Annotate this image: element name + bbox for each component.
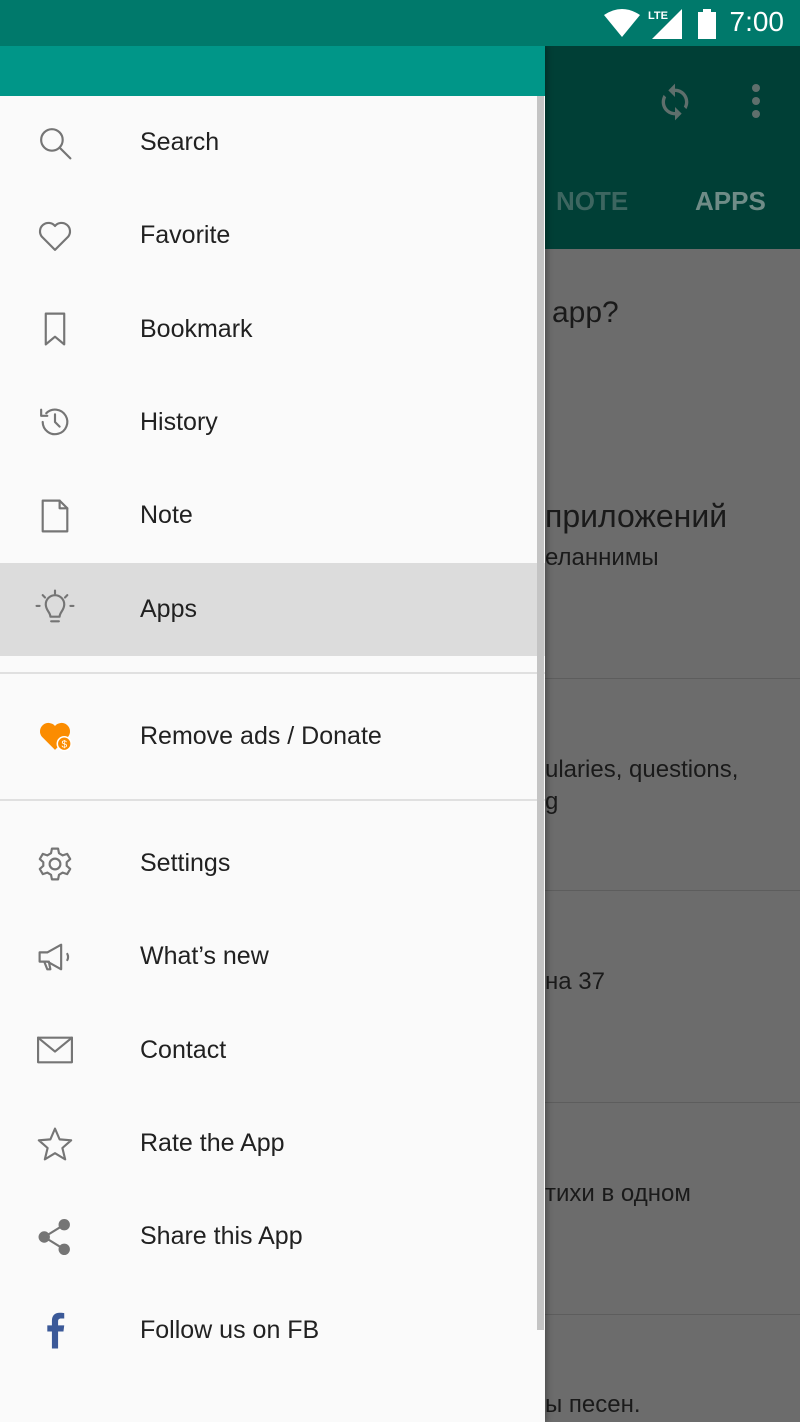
- drawer-item-label: Follow us on FB: [140, 1315, 320, 1344]
- bg-text: g: [545, 788, 559, 815]
- divider: [545, 1314, 800, 1315]
- drawer-item-note[interactable]: Note: [0, 469, 545, 562]
- tab-apps[interactable]: APPS: [695, 186, 766, 217]
- drawer-item-settings[interactable]: Settings: [0, 817, 545, 910]
- drawer-item-rate-the-app[interactable]: Rate the App: [0, 1097, 545, 1190]
- heart-icon: [34, 215, 76, 257]
- donate-heart-icon: $: [34, 715, 76, 757]
- svg-text:$: $: [61, 740, 67, 751]
- svg-text:LTE: LTE: [648, 10, 668, 22]
- drawer-item-label: Contact: [140, 1035, 227, 1064]
- drawer-item-contact[interactable]: Contact: [0, 1004, 545, 1097]
- lightbulb-icon: [34, 588, 76, 630]
- drawer-item-label: Rate the App: [140, 1129, 285, 1157]
- history-icon: [34, 401, 76, 443]
- drawer-item-label: History: [140, 407, 218, 436]
- drawer-item-search[interactable]: Search: [0, 96, 545, 189]
- navigation-drawer: Search Favorite Bookmark History Note Apps $ Re…: [0, 46, 545, 1422]
- search-icon: [34, 122, 76, 164]
- drawer-item-label: Note: [140, 501, 193, 530]
- note-icon: [34, 495, 76, 537]
- drawer-item-label: Share this App: [140, 1222, 303, 1251]
- drawer-item-bookmark[interactable]: Bookmark: [0, 283, 545, 376]
- megaphone-icon: [34, 936, 76, 978]
- share-icon: [34, 1216, 76, 1258]
- bg-text: еланнимы: [545, 544, 659, 571]
- scrollbar[interactable]: [537, 96, 544, 1330]
- refresh-icon[interactable]: [655, 82, 695, 122]
- drawer-item-label: What’s new: [140, 942, 269, 971]
- drawer-item-label: Bookmark: [140, 314, 253, 343]
- drawer-item-what-s-new[interactable]: What’s new: [0, 910, 545, 1003]
- bg-text: ularies, questions,: [545, 756, 739, 783]
- drawer-item-label: Settings: [140, 849, 231, 878]
- lte-signal-icon: LTE: [648, 9, 682, 39]
- drawer-divider: [0, 799, 545, 802]
- gear-icon: [34, 843, 76, 885]
- drawer-item-label: Remove ads / Donate: [140, 721, 382, 750]
- tab-note[interactable]: NOTE: [556, 186, 628, 217]
- more-vert-icon[interactable]: [748, 82, 764, 122]
- drawer-item-follow-us-on-fb[interactable]: Follow us on FB: [0, 1284, 545, 1377]
- bg-text: приложений: [545, 498, 728, 534]
- mail-icon: [34, 1029, 76, 1071]
- drawer-item-apps[interactable]: Apps: [0, 562, 545, 656]
- bg-text: ы песен.: [545, 1391, 641, 1418]
- wifi-icon: [604, 9, 640, 37]
- status-bar: LTE 7:00: [0, 0, 800, 46]
- bookmark-icon: [34, 308, 76, 350]
- clock: 7:00: [729, 6, 785, 37]
- drawer-header: [0, 46, 545, 96]
- drawer-divider: [0, 671, 545, 674]
- bg-text: на 37: [545, 968, 605, 995]
- drawer-item-label: Search: [140, 128, 220, 156]
- bg-text: app?: [552, 296, 619, 329]
- drawer-item-label: Apps: [140, 594, 197, 623]
- battery-icon: [698, 9, 716, 39]
- drawer-item-favorite[interactable]: Favorite: [0, 189, 545, 282]
- divider: [545, 890, 800, 891]
- drawer-item-share-this-app[interactable]: Share this App: [0, 1190, 545, 1283]
- drawer-item-label: Favorite: [140, 221, 231, 250]
- drawer-item-history[interactable]: History: [0, 376, 545, 469]
- drawer-item-remove-ads-donate[interactable]: $ Remove ads / Donate: [0, 690, 545, 783]
- bg-text: тихи в одном: [545, 1180, 691, 1207]
- facebook-icon: [34, 1309, 76, 1351]
- divider: [545, 678, 800, 679]
- star-icon: [34, 1123, 76, 1165]
- divider: [545, 1102, 800, 1103]
